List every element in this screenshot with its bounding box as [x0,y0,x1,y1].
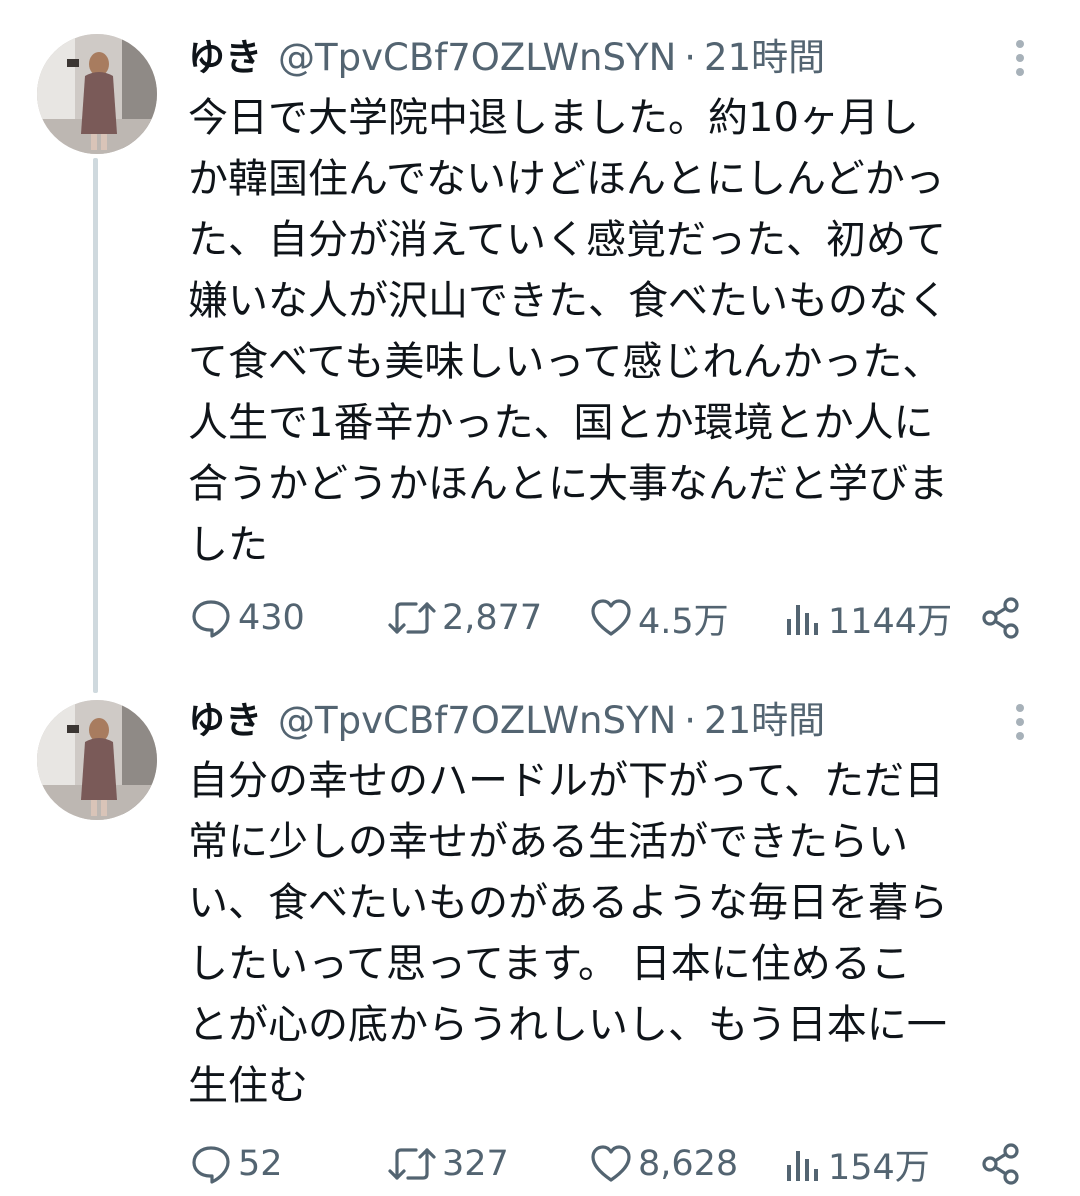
views-button[interactable]: 1144万 [784,593,952,643]
more-dot-icon [1016,68,1024,76]
share-button[interactable] [978,593,1028,643]
avatar-photo-icon [37,34,157,154]
more-options-button[interactable] [1008,34,1032,82]
more-dot-icon [1016,704,1024,712]
share-nodes-icon [982,597,1019,639]
retweet-button[interactable]: 327 [386,1139,509,1189]
retweet-button[interactable]: 2,877 [386,593,542,643]
tweet-timestamp[interactable]: 21時間 [704,697,825,745]
retweet-arrows-icon [388,602,436,634]
avatar[interactable] [37,34,157,154]
tweet-timestamp[interactable]: 21時間 [704,34,825,82]
tweet-text: 今日で大学院中退しました。約10ヶ月し か韓国住んでないけどほんとにしんどかっ … [188,95,948,568]
bar-chart-icon [787,1151,818,1181]
views-button[interactable]: 154万 [784,1139,930,1189]
reply-button[interactable]: 52 [188,1139,283,1189]
separator-dot: · [684,36,697,79]
tweet-actions: 430 2,877 4.5万 1144万 [188,593,1038,643]
tweet[interactable]: ゆき @TpvCBf7OZLWnSYN · 21時間 自分の幸せのハードルが下が… [0,690,1080,1196]
display-name[interactable]: ゆき [188,34,262,82]
tweet-header: ゆき @TpvCBf7OZLWnSYN · 21時間 [188,697,825,745]
avatar[interactable] [37,700,157,820]
user-handle[interactable]: @TpvCBf7OZLWnSYN [278,697,676,745]
speech-bubble-icon [192,600,230,638]
more-dot-icon [1016,40,1024,48]
more-options-button[interactable] [1008,698,1032,746]
share-nodes-icon [982,1143,1019,1185]
tweet-header: ゆき @TpvCBf7OZLWnSYN · 21時間 [188,34,825,82]
user-handle[interactable]: @TpvCBf7OZLWnSYN [278,34,676,82]
retweet-count: 2,877 [442,598,543,638]
display-name[interactable]: ゆき [188,697,262,745]
more-dot-icon [1016,718,1024,726]
heart-outline-icon [591,599,631,636]
views-count: 1144万 [828,601,953,642]
avatar-photo-icon [37,700,157,820]
like-count: 8,628 [638,1144,739,1184]
views-count: 154万 [828,1147,930,1188]
heart-outline-icon [591,1145,631,1182]
separator-dot: · [684,699,697,742]
tweet[interactable]: ゆき @TpvCBf7OZLWnSYN · 21時間 今日で大学院中退しました。… [0,0,1080,690]
like-count: 4.5万 [638,601,729,642]
share-button[interactable] [978,1139,1028,1189]
tweet-actions: 52 327 8,628 154万 [188,1139,1038,1189]
reply-button[interactable]: 430 [188,593,305,643]
bar-chart-icon [787,605,818,635]
retweet-count: 327 [442,1144,509,1184]
tweet-text: 自分の幸せのハードルが下がって、ただ日 常に少しの幸せがある生活ができたらい い… [188,758,948,1109]
speech-bubble-icon [192,1146,230,1184]
reply-count: 430 [238,598,305,638]
retweet-arrows-icon [388,1148,436,1180]
like-button[interactable]: 4.5万 [588,593,729,643]
reply-count: 52 [238,1144,283,1184]
more-dot-icon [1016,54,1024,62]
like-button[interactable]: 8,628 [588,1139,738,1189]
more-dot-icon [1016,732,1024,740]
